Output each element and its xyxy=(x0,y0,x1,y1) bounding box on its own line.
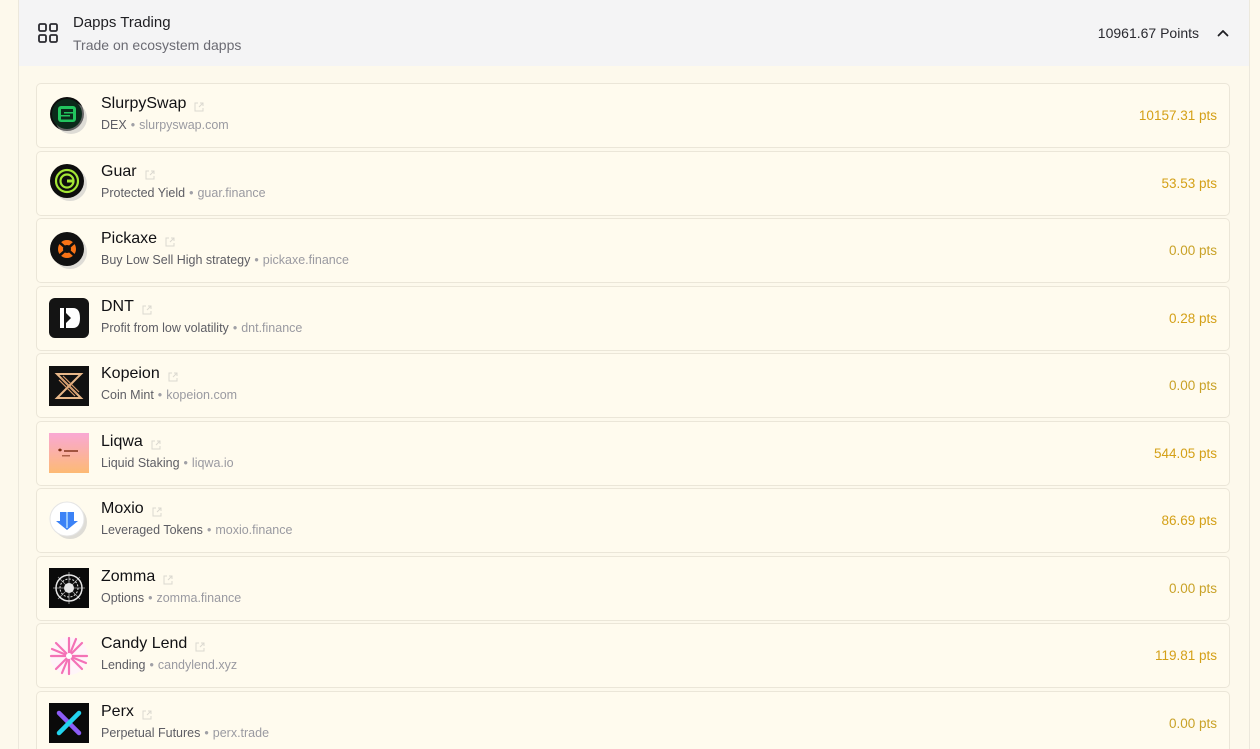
dapp-category: Options xyxy=(101,590,145,605)
section-subtitle: Trade on ecosystem dapps xyxy=(73,36,242,53)
dapp-list: SlurpySwap DEX • slurpyswap.com 10157.31 p… xyxy=(36,83,1230,749)
pickaxe-logo xyxy=(49,231,89,271)
page: Dapps Trading Trade on ecosystem dapps 1… xyxy=(0,0,1260,749)
chevron-up-icon[interactable] xyxy=(1215,25,1231,41)
dapp-url: liqwa.io xyxy=(191,455,234,470)
guar-logo xyxy=(49,163,89,203)
external-link-icon[interactable] xyxy=(194,99,204,112)
external-link-icon[interactable] xyxy=(142,302,152,314)
dapp-url: candylend.xyz xyxy=(157,658,238,672)
dapp-category: Leveraged Tokens xyxy=(101,523,203,537)
liqwa-logo xyxy=(49,433,89,473)
separator-dot: • xyxy=(149,658,154,672)
separator-dot: • xyxy=(148,590,153,605)
dapp-points: 0.00 pts xyxy=(1168,243,1217,258)
dapp-points: 53.53 pts xyxy=(1161,175,1217,191)
separator-dot: • xyxy=(254,253,259,267)
zomma-logo xyxy=(49,568,89,608)
separator-dot: • xyxy=(206,523,212,537)
kopeion-logo xyxy=(49,365,89,406)
dapp-url: kopeion.com xyxy=(166,388,238,402)
dapp-url: zomma.finance xyxy=(156,590,242,605)
external-link-icon[interactable] xyxy=(142,707,152,719)
dapp-item-perx[interactable]: Perx Perpetual Futures • perx.trade 0.00 p… xyxy=(36,690,1230,749)
perx-logo xyxy=(49,703,89,743)
dapp-points: 0.28 pts xyxy=(1168,310,1217,326)
total-points: 10961.67 Points xyxy=(1097,25,1199,41)
dapp-item-pickaxe[interactable]: Pickaxe Buy Low Sell High strategy • picka… xyxy=(36,218,1230,283)
grid-icon xyxy=(37,22,59,44)
dapp-item-zomma[interactable]: Zomma Options • zomma.finance 0.00 pts xyxy=(36,555,1230,621)
external-link-icon[interactable] xyxy=(145,167,155,179)
dapp-points: 0.00 pts xyxy=(1168,378,1217,393)
external-link-icon[interactable] xyxy=(168,369,178,382)
dapp-item-dnt[interactable]: DNT Profit from low volatility • dnt.finan… xyxy=(36,285,1230,351)
dapp-category: Protected Yield xyxy=(101,185,186,200)
dapp-points: 10157.31 pts xyxy=(1138,108,1217,123)
dapp-name: Kopeion xyxy=(101,365,160,382)
dapp-url: slurpyswap.com xyxy=(139,118,229,132)
dapp-points: 119.81 pts xyxy=(1154,648,1217,663)
dapp-category: Lending xyxy=(101,658,146,672)
dapp-category: Liquid Staking xyxy=(101,455,180,470)
dapp-item-guar[interactable]: Guar Protected Yield • guar.finance 53.53 … xyxy=(36,150,1230,216)
separator-dot: • xyxy=(232,320,238,335)
external-link-icon[interactable] xyxy=(165,234,175,247)
candylend-logo xyxy=(49,636,89,676)
dapp-url: dnt.finance xyxy=(241,320,303,335)
dapp-name: Moxio xyxy=(101,500,144,517)
moxio-logo xyxy=(49,501,89,541)
external-link-icon[interactable] xyxy=(195,639,205,652)
dapp-item-liqwa[interactable]: Liqwa Liquid Staking • liqwa.io 544.05 pts xyxy=(36,420,1230,486)
dapp-name: Perx xyxy=(101,702,134,720)
separator-dot: • xyxy=(189,185,194,200)
separator-dot: • xyxy=(204,725,209,740)
external-link-icon[interactable] xyxy=(152,504,162,517)
separator-dot: • xyxy=(130,118,136,132)
dapp-name: Liqwa xyxy=(101,432,143,450)
dapp-category: DEX xyxy=(101,118,127,132)
dapps-trading-panel: Dapps Trading Trade on ecosystem dapps 1… xyxy=(18,0,1250,749)
dapp-points: 0.00 pts xyxy=(1168,580,1217,596)
dapp-name: Guar xyxy=(101,162,137,180)
dapp-category: Coin Mint xyxy=(101,388,154,402)
dapp-category: Perpetual Futures xyxy=(101,725,201,740)
separator-dot: • xyxy=(183,455,188,470)
dapp-url: moxio.finance xyxy=(215,523,293,537)
dapp-points: 86.69 pts xyxy=(1161,513,1217,528)
dapp-item-kopeion[interactable]: Kopeion Coin Mint • kopeion.com 0.00 pts xyxy=(36,353,1230,418)
dapp-item-slurpyswap[interactable]: SlurpySwap DEX • slurpyswap.com 10157.31 p… xyxy=(36,83,1230,148)
dapp-category: Buy Low Sell High strategy xyxy=(101,253,251,267)
dapp-url: guar.finance xyxy=(197,185,266,200)
dapp-item-candy-lend[interactable]: Candy Lend Lending • candylend.xyz 119.81 … xyxy=(36,623,1230,688)
dapp-name: Zomma xyxy=(101,567,156,585)
dapp-points: 544.05 pts xyxy=(1153,445,1217,461)
section-header[interactable]: Dapps Trading Trade on ecosystem dapps 1… xyxy=(19,0,1249,66)
separator-dot: • xyxy=(157,388,163,402)
dapp-points: 0.00 pts xyxy=(1168,715,1217,731)
dnt-logo xyxy=(49,298,89,338)
external-link-icon[interactable] xyxy=(151,437,161,449)
dapp-name: Candy Lend xyxy=(101,635,188,652)
dapp-url: pickaxe.finance xyxy=(262,253,349,267)
dapp-name: SlurpySwap xyxy=(101,95,187,112)
dapp-item-moxio[interactable]: Moxio Leveraged Tokens • moxio.finance 86.… xyxy=(36,488,1230,553)
external-link-icon[interactable] xyxy=(163,572,173,584)
dapp-name: Pickaxe xyxy=(101,230,158,247)
dapp-category: Profit from low volatility xyxy=(101,320,229,335)
dapp-url: perx.trade xyxy=(212,725,270,740)
slurpyswap-logo xyxy=(49,96,89,136)
dapp-name: DNT xyxy=(101,297,134,315)
section-title: Dapps Trading xyxy=(73,13,171,31)
